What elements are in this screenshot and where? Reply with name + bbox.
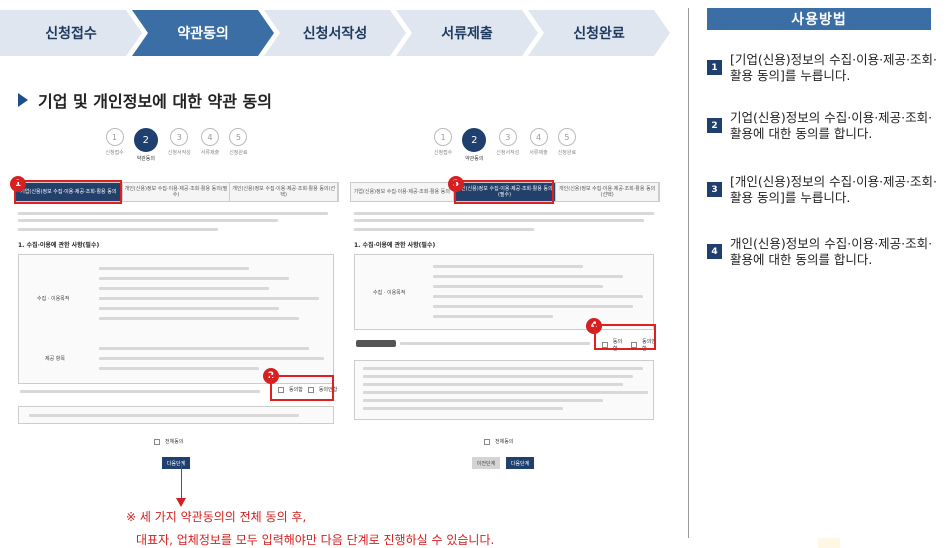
terms-table: 수집 · 이용목적 [354, 254, 654, 330]
instruction-2: 2 기업(신용)정보의 수집·이용·제공·조회·활용에 대한 동의를 합니다. [707, 110, 937, 142]
mini-step: 1 신청접수 [434, 128, 452, 168]
agree-all-checkbox[interactable] [154, 438, 160, 445]
highlight-agree [594, 324, 656, 350]
terms-table: 수집 · 이용목적 제공 항목 [18, 254, 334, 384]
vertical-divider [688, 8, 689, 538]
mini-step: 5 신청완료 [558, 128, 576, 168]
mini-step: 5 신청완료 [229, 128, 248, 168]
instruction-text: [개인(신용)정보의 수집·이용·제공·조회·활용 동의]를 누릅니다. [730, 174, 937, 205]
tab-personal-optional[interactable]: 개인(신용)정보 수집·이용·제공·조회·활용 동의(선택) [556, 183, 660, 201]
text-line [18, 212, 328, 215]
mini-section-title: 1. 수집·이용에 관한 사항(필수) [354, 242, 436, 249]
step-number: 1 [707, 60, 722, 75]
step-documents: 서류제출 [396, 10, 538, 56]
mini-section-title: 1. 수집·이용에 관한 사항(필수) [18, 242, 100, 249]
section-pill [356, 340, 396, 347]
note-line-1: ※ 세 가지 약관동의의 전체 동의 후, [126, 510, 307, 524]
step-number: 4 [707, 244, 722, 259]
instruction-text: [기업(신용)정보의 수집·이용·제공·조회·활용 동의]를 누릅니다. [730, 52, 937, 83]
arrow-line [181, 462, 182, 500]
instruction-4: 4 개인(신용)정보의 수집·이용·제공·조회·활용에 대한 동의를 합니다. [707, 236, 937, 268]
highlight-tab [14, 180, 122, 204]
mini-step: 4 서류제출 [529, 128, 548, 168]
mini-step: 3 신청서작성 [496, 128, 519, 168]
mini-step-active: 2 약관동의 [462, 128, 487, 168]
arrow-down-icon [176, 498, 186, 507]
text-line [18, 219, 278, 222]
screenshot-company-consent: 1 신청접수 2 약관동의 3 신청서작성 4 서류제출 5 신청완료 기업(신용)정보 … [10, 122, 339, 477]
step-number: 3 [707, 182, 722, 197]
instruction-text: 개인(신용)정보의 수집·이용·제공·조회·활용에 대한 동의를 합니다. [730, 236, 933, 267]
step-number: 2 [707, 118, 722, 133]
prev-step-button[interactable]: 이전단계 [472, 457, 500, 469]
next-step-button[interactable]: 다음단계 [162, 457, 190, 469]
decorative-mark [818, 538, 840, 548]
mini-steps: 1 신청접수 2 약관동의 3 신청서작성 4 서류제출 5 신청완료 [14, 128, 339, 168]
tab-company-consent[interactable]: 기업(신용)정보 수집·이용·제공·조회·활용 동의 [351, 183, 454, 201]
mini-step: 1 신청접수 [105, 128, 124, 168]
mini-step: 4 서류제출 [201, 128, 219, 168]
step-complete: 신청완료 [528, 10, 670, 56]
agree-all-checkbox[interactable] [484, 438, 490, 445]
mini-step: 3 신청서작성 [168, 128, 191, 168]
step-terms: 약관동의 [132, 10, 274, 56]
purpose-label: 수집 · 이용목적 [373, 290, 406, 296]
agree-all: 전체동의 [484, 438, 513, 445]
mini-step-active: 2 약관동의 [133, 128, 158, 168]
items-label: 제공 항목 [45, 356, 65, 362]
instruction-1: 1 [기업(신용)정보의 수집·이용·제공·조회·활용 동의]를 누릅니다. [707, 52, 937, 84]
guide-page: 신청접수 약관동의 신청서작성 서류제출 신청완료 기업 및 개인정보에 대한 … [0, 0, 946, 548]
purpose-label: 수집 · 이용목적 [37, 296, 70, 302]
highlight-tab [454, 180, 554, 204]
panel-title: 사용방법 [707, 8, 931, 30]
progress-steps: 신청접수 약관동의 신청서작성 서류제출 신청완료 [0, 10, 660, 56]
instruction-3: 3 [개인(신용)정보의 수집·이용·제공·조회·활용 동의]를 누릅니다. [707, 174, 937, 206]
text-line [18, 228, 218, 231]
highlight-agree [270, 375, 334, 401]
next-step-button[interactable]: 다음단계 [506, 457, 534, 469]
agree-all: 전체동의 [154, 438, 183, 445]
mini-steps: 1 신청접수 2 약관동의 3 신청서작성 4 서류제출 5 신청완료 [350, 128, 660, 168]
note-line-2: 대표자, 업체정보를 모두 입력해야만 다음 단계로 진행하실 수 있습니다. [136, 533, 495, 547]
step-apply: 신청접수 [0, 10, 142, 56]
step-form: 신청서작성 [264, 10, 406, 56]
section-title-text: 기업 및 개인정보에 대한 약관 동의 [38, 92, 272, 111]
tab-personal-optional[interactable]: 개인(신용)정보 수집·이용·제공·조회·활용 동의(선택) [230, 183, 339, 201]
instruction-text: 기업(신용)정보의 수집·이용·제공·조회·활용에 대한 동의를 합니다. [730, 110, 933, 141]
triangle-icon [18, 93, 28, 107]
section-title: 기업 및 개인정보에 대한 약관 동의 [18, 88, 272, 112]
screenshot-personal-consent: 1 신청접수 2 약관동의 3 신청서작성 4 서류제출 5 신청완료 기업(신용)정보 … [350, 122, 660, 477]
tab-personal-required[interactable]: 개인(신용)정보 수집·이용·제공·조회·활용 동의(필수) [122, 183, 231, 201]
